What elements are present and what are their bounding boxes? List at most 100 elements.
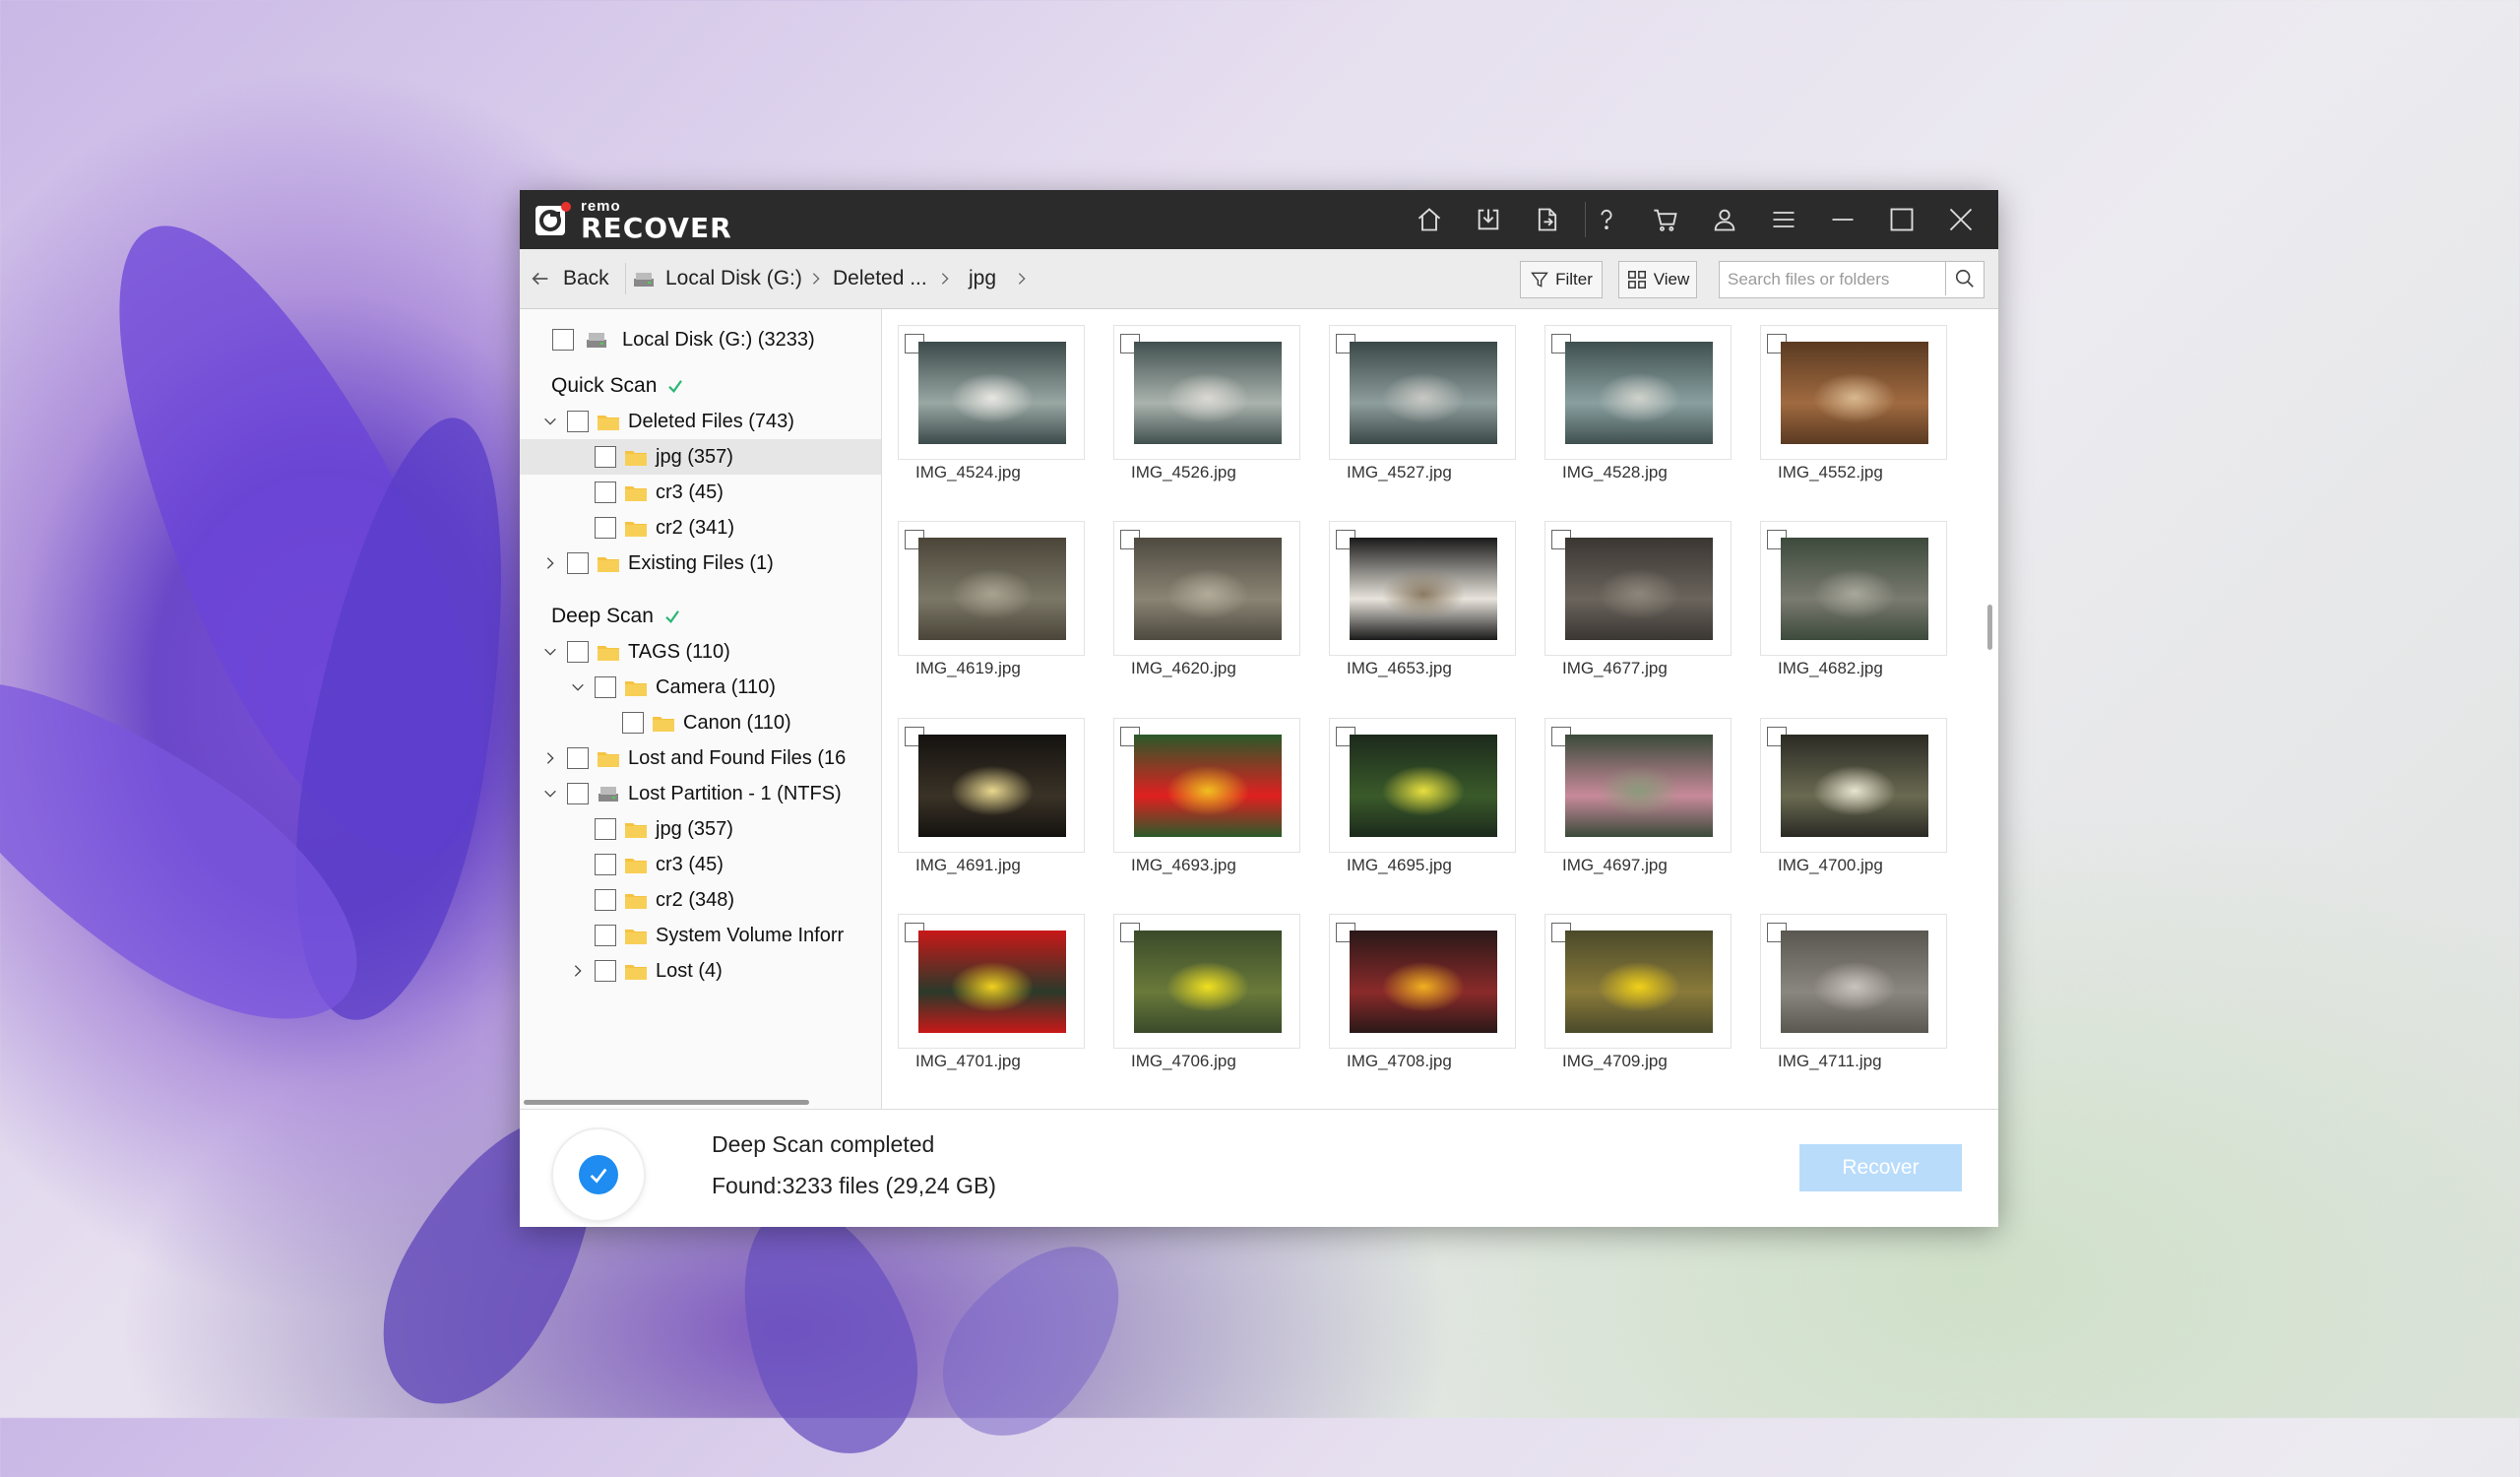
expand-toggle[interactable]	[541, 785, 559, 803]
tree-item[interactable]: Lost (4)	[520, 953, 881, 989]
tree-checkbox[interactable]	[567, 411, 589, 432]
search-button[interactable]	[1945, 262, 1984, 295]
tree-checkbox[interactable]	[567, 747, 589, 769]
tree-item[interactable]: cr3 (45)	[520, 475, 881, 510]
tree-checkbox[interactable]	[595, 925, 616, 946]
cart-button[interactable]	[1636, 190, 1695, 249]
export-button[interactable]	[1518, 190, 1577, 249]
expand-toggle[interactable]	[541, 413, 559, 430]
tree-item[interactable]: Lost and Found Files (16	[520, 740, 881, 776]
tree-item[interactable]: cr2 (348)	[520, 882, 881, 918]
tree-root[interactable]: Local Disk (G:) (3233)	[520, 322, 881, 357]
file-tile[interactable]	[1544, 718, 1732, 853]
tree-label: cr3 (45)	[656, 853, 724, 875]
tree-item[interactable]: System Volume Inforr	[520, 918, 881, 953]
file-tile[interactable]	[1329, 718, 1516, 853]
image-thumbnail	[1134, 342, 1282, 444]
view-button[interactable]: View	[1618, 261, 1697, 298]
horizontal-scrollbar[interactable]	[524, 1100, 809, 1105]
tree-item[interactable]: Lost Partition - 1 (NTFS)	[520, 776, 881, 811]
file-tile[interactable]	[1760, 521, 1947, 656]
tree-label: Lost and Found Files (16	[628, 746, 847, 769]
minimize-button[interactable]	[1813, 190, 1872, 249]
file-tile[interactable]	[898, 914, 1085, 1049]
tree-item[interactable]: Canon (110)	[520, 705, 881, 740]
tree-checkbox[interactable]	[567, 641, 589, 663]
breadcrumb-jpg[interactable]: jpg	[969, 249, 996, 308]
tree-item[interactable]: cr3 (45)	[520, 847, 881, 882]
collapse-toggle[interactable]	[541, 554, 559, 572]
tree-checkbox[interactable]	[552, 329, 574, 351]
folder-icon	[625, 930, 647, 944]
file-tile[interactable]	[898, 325, 1085, 460]
breadcrumb-local-disk[interactable]: Local Disk (G:)	[632, 249, 802, 308]
file-tile[interactable]	[1329, 914, 1516, 1049]
file-tile[interactable]	[1113, 521, 1300, 656]
download-button[interactable]	[1459, 190, 1518, 249]
file-tile[interactable]	[1113, 718, 1300, 853]
file-tile[interactable]	[898, 718, 1085, 853]
tree-checkbox[interactable]	[595, 889, 616, 911]
tree-item[interactable]: jpg (357)	[520, 811, 881, 847]
tree-checkbox[interactable]	[622, 712, 644, 734]
home-button[interactable]	[1400, 190, 1459, 249]
drive-icon	[587, 333, 606, 348]
image-thumbnail	[1781, 735, 1928, 837]
collapse-toggle[interactable]	[569, 962, 587, 980]
title-bar: remo RECOVER	[520, 190, 1998, 249]
deep-scan-header: Deep Scan	[551, 599, 681, 634]
tree-checkbox[interactable]	[595, 517, 616, 539]
account-button[interactable]	[1695, 190, 1754, 249]
tree-item[interactable]: cr2 (341)	[520, 510, 881, 546]
checkmark-icon	[668, 380, 683, 393]
file-tile[interactable]	[1544, 325, 1732, 460]
section-label: Deep Scan	[551, 605, 654, 627]
vertical-scrollbar[interactable]	[1987, 605, 1992, 650]
recover-button[interactable]: Recover	[1799, 1144, 1962, 1191]
close-button[interactable]	[1931, 190, 1990, 249]
back-button[interactable]: Back	[530, 249, 609, 308]
search-input[interactable]	[1720, 262, 1948, 297]
menu-button[interactable]	[1754, 190, 1813, 249]
tree-checkbox[interactable]	[595, 446, 616, 468]
file-tile[interactable]	[1329, 521, 1516, 656]
image-thumbnail	[1565, 538, 1713, 640]
file-name: IMG_4620.jpg	[1131, 659, 1236, 677]
tree-checkbox[interactable]	[595, 818, 616, 840]
filter-button[interactable]: Filter	[1520, 261, 1603, 298]
tree-checkbox[interactable]	[567, 552, 589, 574]
file-tile[interactable]	[1760, 914, 1947, 1049]
folder-icon	[625, 965, 647, 980]
tree-checkbox[interactable]	[595, 482, 616, 503]
help-button[interactable]	[1577, 190, 1636, 249]
file-tile[interactable]	[1760, 325, 1947, 460]
tree-checkbox[interactable]	[595, 676, 616, 698]
tree-item[interactable]: Existing Files (1)	[520, 546, 881, 581]
image-thumbnail	[1350, 538, 1497, 640]
file-name: IMG_4528.jpg	[1562, 463, 1668, 482]
file-tile[interactable]	[1113, 914, 1300, 1049]
tree-checkbox[interactable]	[595, 854, 616, 875]
breadcrumb-deleted[interactable]: Deleted ...	[833, 249, 927, 308]
image-thumbnail	[1565, 931, 1713, 1033]
file-tile[interactable]	[1544, 521, 1732, 656]
expand-toggle[interactable]	[569, 678, 587, 696]
file-tile[interactable]	[1329, 325, 1516, 460]
tree-item[interactable]: TAGS (110)	[520, 634, 881, 670]
collapse-toggle[interactable]	[541, 749, 559, 767]
file-tile[interactable]	[898, 521, 1085, 656]
file-tile[interactable]	[1760, 718, 1947, 853]
tree-checkbox[interactable]	[595, 960, 616, 982]
quick-scan-header: Quick Scan	[551, 368, 684, 404]
grid-view-icon	[1627, 271, 1646, 289]
tree-checkbox[interactable]	[567, 783, 589, 804]
tree-item[interactable]: jpg (357)	[520, 439, 881, 475]
expand-toggle[interactable]	[541, 643, 559, 661]
file-name: IMG_4701.jpg	[915, 1052, 1021, 1070]
checkmark-icon	[665, 610, 679, 623]
maximize-button[interactable]	[1872, 190, 1931, 249]
tree-item[interactable]: Deleted Files (743)	[520, 404, 881, 439]
file-tile[interactable]	[1113, 325, 1300, 460]
tree-item[interactable]: Camera (110)	[520, 670, 881, 705]
file-tile[interactable]	[1544, 914, 1732, 1049]
